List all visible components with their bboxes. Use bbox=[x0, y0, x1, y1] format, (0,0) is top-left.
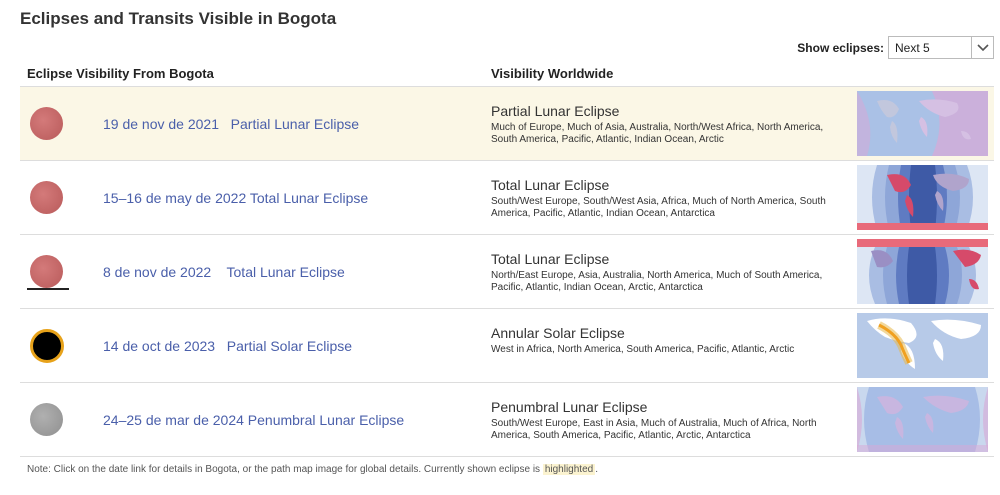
eclipse-regions: North/East Europe, Asia, Australia, Nort… bbox=[491, 270, 823, 293]
eclipse-type: Penumbral Lunar Eclipse bbox=[491, 399, 648, 415]
penumbral-lunar-moon-icon bbox=[30, 403, 64, 437]
chevron-down-icon[interactable] bbox=[971, 37, 993, 58]
eclipse-regions: South/West Europe, East in Asia, Much of… bbox=[491, 418, 817, 441]
eclipse-path-map-image[interactable] bbox=[857, 91, 988, 156]
eclipse-date-link[interactable]: 15–16 de may de 2022 Total Lunar Eclipse bbox=[103, 190, 368, 206]
show-eclipses-control: Show eclipses: Next 5 bbox=[797, 36, 994, 59]
footer-note-end: . bbox=[595, 464, 598, 475]
horizon-line bbox=[27, 288, 69, 290]
eclipse-date-link[interactable]: 24–25 de mar de 2024 Penumbral Lunar Ecl… bbox=[103, 412, 404, 428]
partial-lunar-moon-icon bbox=[30, 107, 64, 141]
eclipse-path-map-image[interactable] bbox=[857, 387, 988, 452]
column-header-bogota: Eclipse Visibility From Bogota bbox=[27, 66, 214, 81]
eclipse-path-map-image[interactable] bbox=[857, 239, 988, 304]
eclipse-regions: South/West Europe, South/West Asia, Afri… bbox=[491, 196, 826, 219]
eclipse-type: Total Lunar Eclipse bbox=[491, 251, 610, 267]
eclipse-regions: Much of Europe, Much of Asia, Australia,… bbox=[491, 122, 824, 145]
total-lunar-moon-icon bbox=[30, 181, 64, 215]
footer-note-text: Note: Click on the date link for details… bbox=[27, 464, 541, 475]
page-title: Eclipses and Transits Visible in Bogota bbox=[20, 9, 337, 28]
eclipse-path-map-image[interactable] bbox=[857, 313, 988, 378]
column-header-worldwide: Visibility Worldwide bbox=[491, 66, 614, 81]
footer-note: Note: Click on the date link for details… bbox=[27, 464, 598, 475]
eclipse-table: 19 de nov de 2021 Partial Lunar Eclipse … bbox=[20, 86, 994, 457]
show-eclipses-value: Next 5 bbox=[895, 41, 930, 55]
eclipse-row: 8 de nov de 2022 Total Lunar Eclipse Tot… bbox=[20, 235, 994, 309]
eclipse-row: 15–16 de may de 2022 Total Lunar Eclipse… bbox=[20, 161, 994, 235]
eclipse-path-map-image[interactable] bbox=[857, 165, 988, 230]
eclipse-type: Total Lunar Eclipse bbox=[491, 177, 610, 193]
total-lunar-moon-horizon-icon bbox=[27, 255, 69, 290]
eclipse-regions: West in Africa, North America, South Ame… bbox=[491, 344, 795, 355]
eclipse-row: 19 de nov de 2021 Partial Lunar Eclipse … bbox=[20, 87, 994, 161]
footer-note-highlight: highlighted bbox=[542, 464, 596, 475]
solar-eclipse-icon bbox=[30, 329, 64, 363]
eclipse-row: 24–25 de mar de 2024 Penumbral Lunar Ecl… bbox=[20, 383, 994, 457]
eclipse-date-link[interactable]: 8 de nov de 2022 Total Lunar Eclipse bbox=[103, 264, 345, 280]
eclipse-date-link[interactable]: 19 de nov de 2021 Partial Lunar Eclipse bbox=[103, 116, 359, 132]
show-eclipses-select[interactable]: Next 5 bbox=[888, 36, 994, 59]
eclipse-type: Partial Lunar Eclipse bbox=[491, 103, 620, 119]
show-eclipses-label: Show eclipses: bbox=[797, 40, 884, 55]
eclipse-date-link[interactable]: 14 de oct de 2023 Partial Solar Eclipse bbox=[103, 338, 352, 354]
eclipse-type: Annular Solar Eclipse bbox=[491, 325, 625, 341]
eclipse-row: 14 de oct de 2023 Partial Solar Eclipse … bbox=[20, 309, 994, 383]
